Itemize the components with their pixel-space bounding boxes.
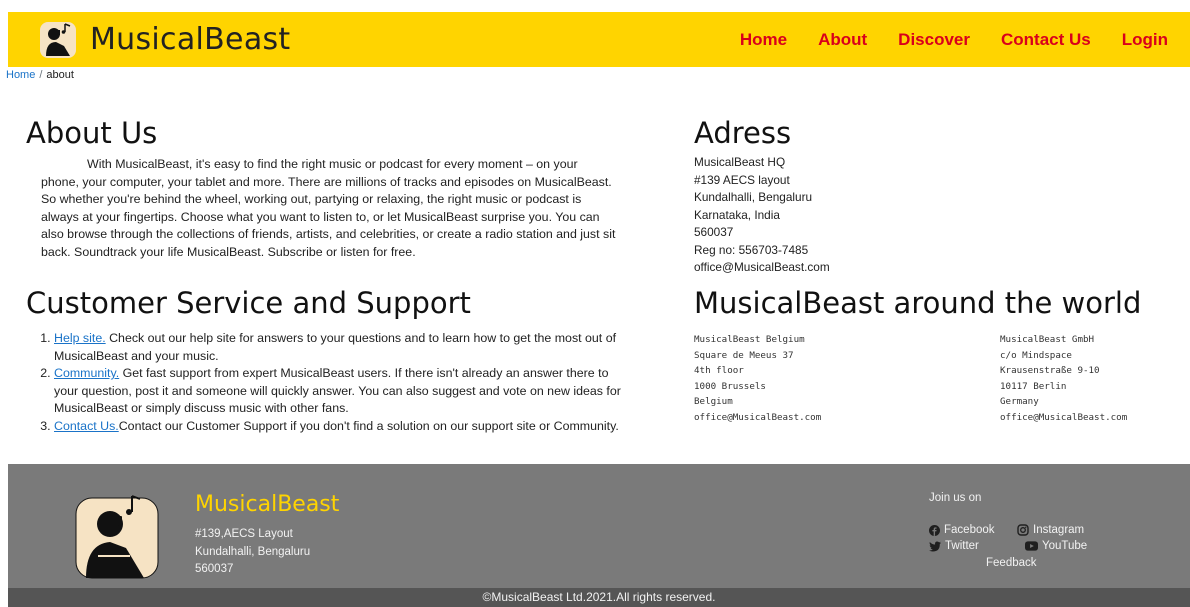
footer-address-line: Kundalhalli, Bengaluru — [195, 545, 311, 558]
instagram-label: Instagram — [1033, 524, 1085, 536]
contact-us-link[interactable]: Contact Us. — [54, 419, 119, 433]
nav-home[interactable]: Home — [740, 30, 787, 50]
support-item-text: Check out our help site for answers to y… — [54, 331, 617, 363]
address-title: Adress — [694, 116, 792, 150]
breadcrumb-home[interactable]: Home — [6, 69, 35, 81]
office-line: c/o Mindspace — [1000, 349, 1072, 361]
offices: MusicalBeast Belgium Square de Meeus 37 … — [694, 332, 1190, 425]
help-site-link[interactable]: Help site. — [54, 331, 106, 345]
office-line: MusicalBeast Belgium — [694, 334, 805, 345]
address-email: office@MusicalBeast.com — [694, 260, 830, 274]
office-germany: MusicalBeast GmbH c/o Mindspace Krausens… — [1000, 332, 1127, 425]
list-item: Community. Get fast support from expert … — [54, 365, 626, 418]
twitter-label: Twitter — [945, 540, 979, 552]
twitter-icon — [929, 541, 941, 551]
copyright-bar: ©MusicalBeast Ltd.2021.All rights reserv… — [8, 588, 1190, 607]
footer-brand: MusicalBeast — [195, 492, 340, 517]
address-section: Adress MusicalBeast HQ #139 AECS layout … — [694, 116, 994, 277]
address-line: Karnataka, India — [694, 207, 780, 222]
instagram-icon — [1017, 524, 1029, 536]
office-line: Belgium — [694, 396, 733, 407]
youtube-link[interactable]: YouTube — [1025, 540, 1087, 552]
address-line: 560037 — [694, 225, 734, 239]
logo-icon — [40, 21, 76, 58]
office-line: 1000 Brussels — [694, 380, 766, 392]
office-line: Germany — [1000, 396, 1039, 407]
support-section: Customer Service and Support Help site. … — [26, 286, 626, 436]
about-title: About Us — [26, 116, 158, 150]
youtube-label: YouTube — [1042, 540, 1088, 552]
social-row: Facebook Instagram — [929, 522, 1087, 538]
list-item: Help site. Check out our help site for a… — [54, 330, 626, 365]
office-line: MusicalBeast GmbH — [1000, 334, 1095, 345]
facebook-label: Facebook — [944, 524, 995, 536]
footer-address: #139,AECS Layout Kundalhalli, Bengaluru … — [195, 526, 310, 579]
brand-name: MusicalBeast — [90, 22, 291, 57]
community-link[interactable]: Community. — [54, 366, 119, 380]
join-us-label: Join us on — [929, 492, 982, 504]
nav-contact-us[interactable]: Contact Us — [1001, 30, 1091, 50]
footer-address-line: #139,AECS Layout — [195, 528, 293, 540]
support-title: Customer Service and Support — [26, 286, 471, 320]
address-line: #139 AECS layout — [694, 172, 790, 187]
address-line: Kundalhalli, Bengaluru — [694, 190, 813, 204]
social-links: Facebook Instagram Twitter YouTube — [929, 522, 1087, 554]
breadcrumb: Home / about — [6, 69, 74, 81]
office-line: office@MusicalBeast.com — [1000, 411, 1128, 423]
office-line: 4th floor — [694, 365, 744, 376]
support-item-text: Contact our Customer Support if you don'… — [118, 418, 619, 433]
instagram-link[interactable]: Instagram — [1017, 524, 1084, 536]
about-body: With MusicalBeast, it's easy to find the… — [41, 157, 616, 259]
main-nav: Home About Discover Contact Us Login — [709, 12, 1168, 67]
footer-logo-icon — [75, 495, 159, 579]
brand[interactable]: MusicalBeast — [38, 20, 291, 60]
address-line: MusicalBeast HQ — [694, 155, 786, 169]
youtube-icon — [1025, 541, 1038, 551]
feedback-link[interactable]: Feedback — [986, 557, 1037, 569]
footer-address-line: 560037 — [195, 563, 234, 575]
about-section: About Us With MusicalBeast, it's easy to… — [26, 116, 616, 262]
twitter-link[interactable]: Twitter — [929, 540, 1025, 552]
breadcrumb-separator: / — [39, 69, 43, 81]
nav-login[interactable]: Login — [1122, 30, 1168, 50]
support-item-text: Get fast support from expert MusicalBeas… — [54, 366, 621, 416]
social-row: Twitter YouTube — [929, 538, 1087, 554]
support-list: Help site. Check out our help site for a… — [26, 330, 626, 436]
world-title: MusicalBeast around the world — [694, 286, 1142, 320]
top-navbar: MusicalBeast Home About Discover Contact… — [8, 12, 1190, 67]
office-line: office@MusicalBeast.com — [694, 411, 822, 423]
office-line: Square de Meeus 37 — [694, 349, 794, 361]
footer: MusicalBeast #139,AECS Layout Kundalhall… — [8, 464, 1190, 588]
office-belgium: MusicalBeast Belgium Square de Meeus 37 … — [694, 332, 1000, 425]
facebook-icon — [929, 524, 940, 536]
nav-about[interactable]: About — [818, 30, 867, 50]
world-section: MusicalBeast around the world MusicalBea… — [694, 286, 1190, 425]
list-item: Contact Us.Contact our Customer Support … — [54, 418, 626, 436]
breadcrumb-current: about — [46, 69, 74, 81]
address-line: Reg no: 556703-7485 — [694, 242, 809, 257]
office-line: 10117 Berlin — [1000, 380, 1067, 392]
facebook-link[interactable]: Facebook — [929, 524, 1017, 536]
office-line: Krausenstraße 9-10 — [1000, 365, 1100, 376]
nav-discover[interactable]: Discover — [898, 30, 970, 50]
